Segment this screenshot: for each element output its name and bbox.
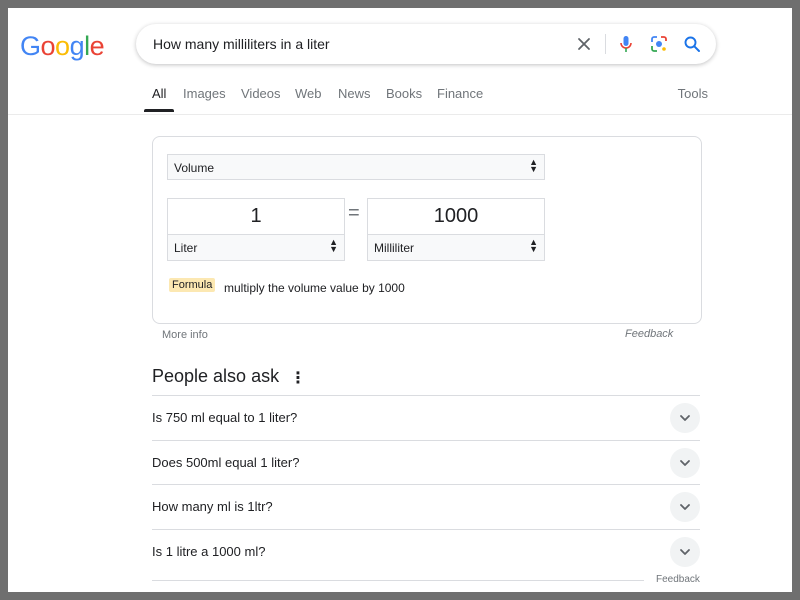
- paa-question-row[interactable]: Is 1 litre a 1000 ml?: [152, 529, 700, 574]
- search-icon[interactable]: [682, 34, 702, 54]
- chevron-down-icon[interactable]: [670, 492, 700, 522]
- chevron-down-icon[interactable]: [670, 537, 700, 567]
- lens-camera-icon[interactable]: [649, 34, 669, 54]
- tab-all[interactable]: All: [152, 86, 166, 101]
- formula-badge: Formula: [169, 278, 216, 292]
- google-logo[interactable]: Google: [20, 31, 105, 62]
- tab-web[interactable]: Web: [295, 86, 322, 101]
- header-divider: [8, 114, 792, 115]
- equals-sign: =: [348, 202, 360, 224]
- to-unit-value: Milliliter: [374, 241, 414, 255]
- to-value-input[interactable]: 1000: [368, 205, 544, 228]
- to-unit-select[interactable]: Milliliter ▲ ▼: [367, 234, 545, 261]
- browser-viewport: Google How many milliliters in a liter A…: [8, 8, 792, 592]
- search-divider: [605, 34, 606, 54]
- chevron-down-icon[interactable]: [670, 448, 700, 478]
- category-select-value: Volume: [174, 161, 215, 175]
- logo-letter: G: [20, 31, 41, 61]
- more-info-link[interactable]: More info: [162, 329, 208, 341]
- from-value-box: 1 Liter ▲ ▼: [167, 198, 345, 261]
- to-value-box: 1000 Milliliter ▲ ▼: [367, 198, 545, 261]
- paa-bottom-divider: [152, 580, 644, 581]
- from-unit-value: Liter: [174, 241, 198, 255]
- microphone-icon[interactable]: [616, 34, 636, 54]
- paa-question-row[interactable]: Does 500ml equal 1 liter?: [152, 440, 700, 485]
- chevron-down-icon[interactable]: [670, 403, 700, 433]
- logo-letter: e: [89, 31, 105, 61]
- feedback-link[interactable]: Feedback: [625, 328, 673, 340]
- feedback-link-bottom[interactable]: Feedback: [656, 574, 700, 585]
- search-input[interactable]: How many milliliters in a liter: [153, 36, 330, 52]
- updown-arrows-icon: ▲ ▼: [529, 157, 538, 174]
- paa-question: Does 500ml equal 1 liter?: [152, 455, 300, 470]
- category-select[interactable]: Volume ▲ ▼: [167, 154, 545, 180]
- logo-letter: o: [40, 31, 56, 61]
- paa-question: How many ml is 1ltr?: [152, 499, 273, 514]
- tools-button[interactable]: Tools: [678, 86, 708, 101]
- tab-books[interactable]: Books: [386, 86, 422, 101]
- tab-finance[interactable]: Finance: [437, 86, 483, 101]
- people-also-ask-title: People also ask: [152, 366, 280, 386]
- unit-converter-card: Volume ▲ ▼ 1 Liter ▲ ▼ = 1000 Milliliter ▲…: [152, 136, 702, 324]
- tab-images[interactable]: Images: [183, 86, 226, 101]
- formula-text: multiply the volume value by 1000: [224, 281, 405, 295]
- from-value-input[interactable]: 1: [168, 205, 344, 228]
- from-unit-select[interactable]: Liter ▲ ▼: [167, 234, 345, 261]
- logo-letter: o: [55, 31, 70, 61]
- paa-question: Is 750 ml equal to 1 liter?: [152, 410, 298, 425]
- paa-question: Is 1 litre a 1000 ml?: [152, 544, 266, 559]
- updown-arrows-icon: ▲ ▼: [529, 237, 538, 254]
- tab-videos[interactable]: Videos: [241, 86, 281, 101]
- clear-icon[interactable]: [574, 34, 594, 54]
- active-tab-indicator: [144, 109, 174, 112]
- paa-question-row[interactable]: Is 750 ml equal to 1 liter?: [152, 395, 700, 440]
- updown-arrows-icon: ▲ ▼: [329, 237, 338, 254]
- paa-question-row[interactable]: How many ml is 1ltr?: [152, 484, 700, 529]
- more-options-icon[interactable]: ⋮: [290, 368, 306, 388]
- tab-news[interactable]: News: [338, 86, 371, 101]
- logo-letter: g: [69, 31, 85, 61]
- search-box[interactable]: How many milliliters in a liter: [136, 24, 716, 64]
